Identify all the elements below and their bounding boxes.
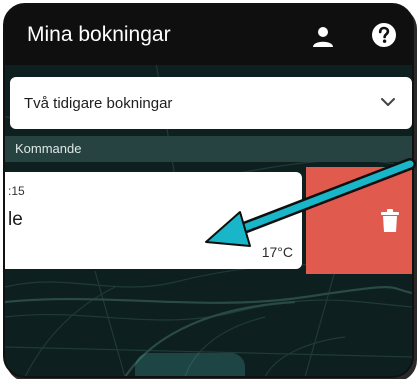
trash-icon	[381, 209, 399, 232]
booking-name: le	[8, 209, 23, 230]
booking-temperature: 17°C	[261, 244, 293, 260]
section-label: Kommande	[15, 141, 82, 156]
help-icon[interactable]	[371, 22, 397, 48]
booking-filter-value: Två tidigare bokningar	[24, 95, 173, 112]
user-icon[interactable]	[311, 25, 335, 49]
booking-card[interactable]: :15 le 17°C	[5, 172, 302, 269]
booking-time: :15	[8, 184, 25, 198]
section-header-upcoming: Kommande	[5, 136, 412, 162]
app-header: Mina bokningar	[5, 5, 412, 65]
chevron-down-icon	[381, 98, 395, 106]
map-highlight	[135, 353, 245, 376]
booking-filter-dropdown[interactable]: Två tidigare bokningar	[10, 77, 412, 129]
phone-screen: Mina bokningar Två tidigare bokningar Ko…	[3, 3, 414, 378]
page-title: Mina bokningar	[27, 23, 171, 46]
delete-booking-button[interactable]	[306, 167, 412, 274]
